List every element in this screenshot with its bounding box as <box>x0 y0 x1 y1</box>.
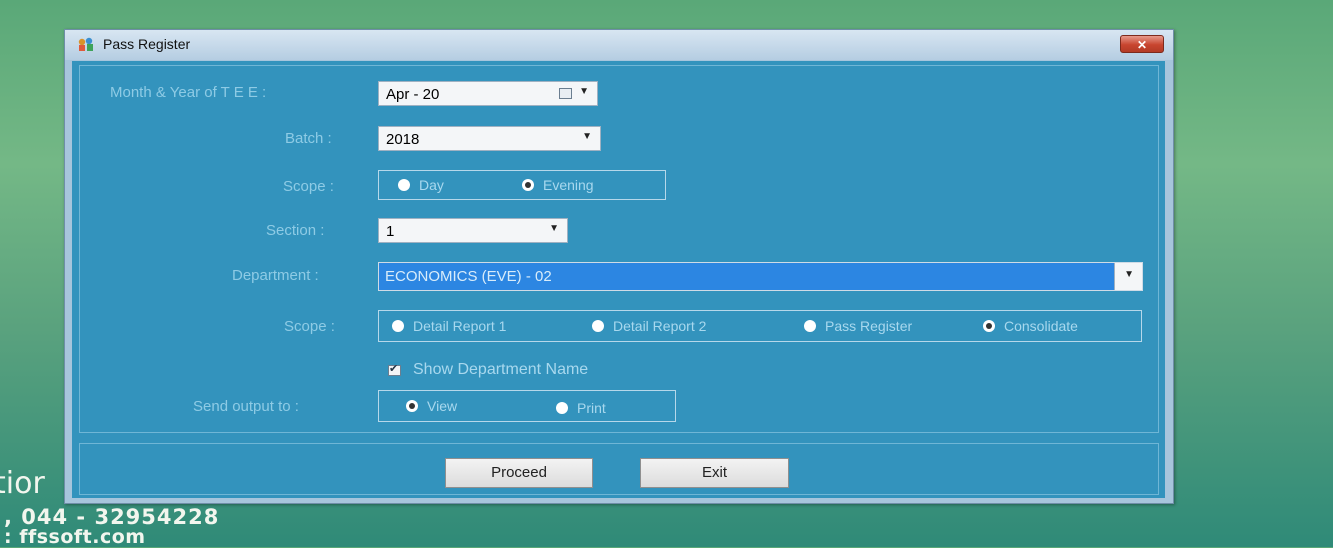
scope-day-radio[interactable]: Day <box>398 177 444 193</box>
output-print-radio[interactable]: Print <box>556 400 606 416</box>
scope-label: Scope : <box>283 178 334 195</box>
radio-icon <box>592 320 604 332</box>
section-select[interactable]: 1 ▼ <box>378 218 568 243</box>
radio-selected-icon <box>406 400 418 412</box>
calendar-icon[interactable] <box>559 88 572 99</box>
chevron-down-icon[interactable]: ▼ <box>582 131 592 142</box>
detail-report-1-radio[interactable]: Detail Report 1 <box>392 318 506 334</box>
department-select[interactable]: ECONOMICS (EVE) - 02 ▼ <box>378 262 1143 291</box>
detail-report-2-label: Detail Report 2 <box>613 318 707 334</box>
chevron-down-icon[interactable]: ▼ <box>549 223 559 234</box>
close-icon: ✕ <box>1136 38 1148 52</box>
month-year-value: Apr - 20 <box>386 86 440 103</box>
title-bar[interactable]: Pass Register ✕ <box>65 30 1173 60</box>
batch-select[interactable]: 2018 ▼ <box>378 126 601 151</box>
detail-report-1-label: Detail Report 1 <box>413 318 507 334</box>
output-print-label: Print <box>577 400 606 416</box>
month-year-picker[interactable]: Apr - 20 ▼ <box>378 81 598 106</box>
batch-value: 2018 <box>386 131 420 148</box>
radio-icon <box>804 320 816 332</box>
window-title: Pass Register <box>103 36 191 52</box>
batch-label: Batch : <box>285 130 332 147</box>
report-scope-label: Scope : <box>284 318 335 335</box>
radio-selected-icon <box>522 179 534 191</box>
background-website-text: : ffssoft.com <box>4 526 146 548</box>
actions-panel <box>79 443 1159 495</box>
close-button[interactable]: ✕ <box>1120 35 1164 53</box>
options-panel <box>79 65 1159 433</box>
output-view-radio[interactable]: View <box>406 398 457 414</box>
chevron-down-icon: ▼ <box>1124 269 1134 280</box>
radio-icon <box>392 320 404 332</box>
consolidate-radio[interactable]: Consolidate <box>983 318 1078 334</box>
chevron-down-icon[interactable]: ▼ <box>579 86 589 97</box>
department-label: Department : <box>232 267 319 284</box>
radio-icon <box>556 402 568 414</box>
scope-evening-label: Evening <box>543 177 594 193</box>
detail-report-2-radio[interactable]: Detail Report 2 <box>592 318 706 334</box>
show-department-name-checkbox[interactable]: Show Department Name <box>388 361 588 379</box>
checkbox-checked-icon <box>388 362 401 376</box>
proceed-button[interactable]: Proceed <box>445 458 593 488</box>
department-dropdown-button[interactable]: ▼ <box>1114 263 1142 290</box>
show-department-name-label: Show Department Name <box>413 361 589 378</box>
pass-register-radio[interactable]: Pass Register <box>804 318 912 334</box>
background-title-fragment: tior <box>0 466 45 501</box>
radio-icon <box>398 179 410 191</box>
section-value: 1 <box>386 223 395 240</box>
month-year-label: Month & Year of T E E : <box>110 84 267 101</box>
consolidate-label: Consolidate <box>1004 318 1078 334</box>
output-label: Send output to : <box>193 398 299 415</box>
pass-register-label: Pass Register <box>825 318 913 334</box>
section-label: Section : <box>266 222 325 239</box>
output-view-label: View <box>427 398 458 414</box>
exit-button[interactable]: Exit <box>640 458 789 488</box>
scope-day-label: Day <box>419 177 444 193</box>
app-icon <box>78 37 93 51</box>
radio-selected-icon <box>983 320 995 332</box>
department-value: ECONOMICS (EVE) - 02 <box>385 268 552 285</box>
scope-evening-radio[interactable]: Evening <box>522 177 594 193</box>
